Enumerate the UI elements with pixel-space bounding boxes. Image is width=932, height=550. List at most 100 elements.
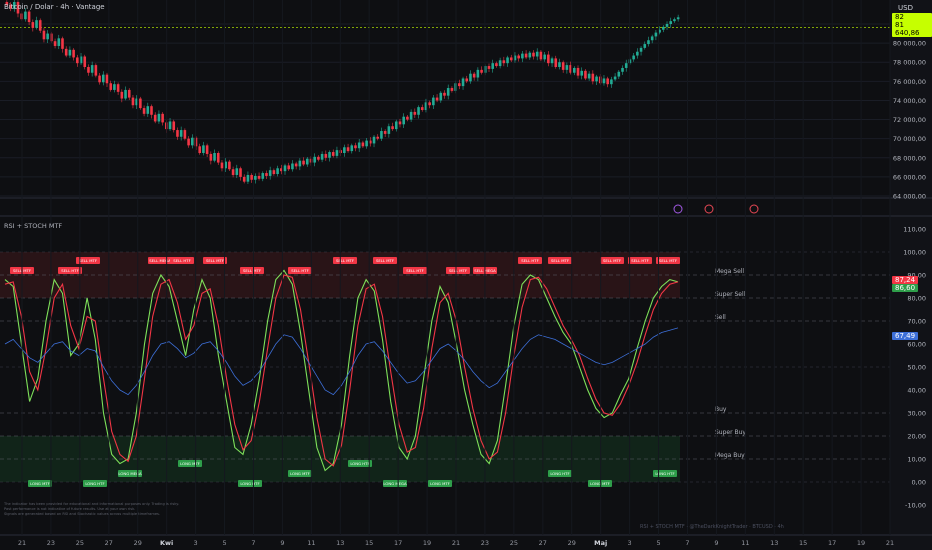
buy-badge-text: LONG HTF bbox=[550, 471, 569, 476]
candle-body bbox=[394, 121, 398, 130]
candle-body bbox=[209, 153, 213, 161]
candle-body bbox=[101, 74, 105, 83]
time-tick-label: 19 bbox=[857, 539, 865, 547]
candle-body bbox=[406, 116, 409, 120]
price-tick-label: 66 000,00 bbox=[893, 173, 926, 181]
currency-label[interactable]: USD bbox=[898, 4, 913, 12]
sell-signal-badge: SELL MTF bbox=[446, 267, 470, 274]
candle-body bbox=[343, 147, 346, 153]
candle-body bbox=[357, 142, 361, 149]
buy-signal-badge: LONG HTF bbox=[238, 480, 262, 487]
candle-body bbox=[372, 136, 376, 144]
sell-signal-badge: SELL MTF bbox=[373, 257, 397, 264]
candle-body bbox=[94, 65, 98, 76]
candle-body bbox=[502, 60, 506, 64]
candle-body bbox=[617, 71, 621, 77]
sell-badge-text: SELL HTF bbox=[406, 268, 424, 273]
candle-body bbox=[168, 121, 172, 130]
candle-body bbox=[420, 107, 424, 110]
symbol-title[interactable]: Bitcoin / Dolar · 4h · Vantage bbox=[4, 3, 105, 11]
candle-body bbox=[72, 49, 75, 58]
osc-tick-label: 100,00 bbox=[903, 249, 926, 257]
candle-body bbox=[610, 79, 613, 85]
candle-body bbox=[402, 116, 405, 125]
candle-body bbox=[157, 113, 161, 122]
candle-body bbox=[669, 21, 673, 24]
candle-body bbox=[176, 130, 179, 137]
time-tick-label: 21 bbox=[452, 539, 460, 547]
time-tick-label: 29 bbox=[568, 539, 576, 547]
candle-body bbox=[142, 108, 146, 114]
candle-body bbox=[535, 51, 539, 57]
buy-signal-badge: LONG HTF bbox=[348, 460, 372, 467]
chart-canvas[interactable]: 82 000,0080 000,0078 000,0076 000,0074 0… bbox=[0, 0, 932, 550]
osc-tick-label: 30,00 bbox=[907, 410, 926, 418]
sell-signal-badge: SELL MTF bbox=[656, 257, 680, 264]
level-label: Mega Buy bbox=[715, 452, 745, 459]
candle-body bbox=[220, 162, 224, 169]
candle-body bbox=[506, 57, 509, 64]
candle-body bbox=[554, 58, 558, 67]
candle-body bbox=[480, 69, 483, 73]
candle-body bbox=[127, 89, 131, 98]
buy-badge-text: LONG HTF bbox=[85, 481, 104, 486]
candle-body bbox=[87, 67, 90, 73]
candle-body bbox=[124, 89, 127, 99]
candle-body bbox=[417, 107, 420, 115]
osc-tick-label: 40,00 bbox=[907, 387, 926, 395]
buy-badge-text: LONG MTF bbox=[430, 481, 450, 486]
buy-badge-text: LONG MTF bbox=[590, 481, 610, 486]
candle-body bbox=[439, 92, 443, 101]
candle-body bbox=[432, 97, 435, 106]
sell-badge-text: SELL MEGA bbox=[149, 258, 171, 263]
osc-tick-label: 80,00 bbox=[907, 295, 926, 303]
candle-body bbox=[139, 98, 142, 109]
candle-body bbox=[120, 91, 124, 99]
candle-body bbox=[228, 161, 231, 170]
candle-body bbox=[183, 130, 187, 139]
time-tick-label: 3 bbox=[194, 539, 198, 547]
candle-body bbox=[354, 145, 357, 149]
sell-badge-text: SELL MTF bbox=[243, 268, 261, 273]
candle-body bbox=[643, 44, 647, 48]
candle-body bbox=[565, 65, 569, 70]
candle-body bbox=[305, 158, 309, 165]
candle-body bbox=[287, 165, 291, 170]
candle-body bbox=[665, 24, 669, 27]
time-tick-label: 9 bbox=[714, 539, 718, 547]
candle-body bbox=[647, 40, 650, 45]
candle-body bbox=[42, 30, 46, 40]
buy-signal-badge: LONG MEGA bbox=[383, 480, 407, 487]
candle-body bbox=[150, 106, 153, 115]
time-tick-label: 17 bbox=[394, 539, 402, 547]
time-tick-label: Maj bbox=[594, 539, 607, 547]
candle-body bbox=[632, 55, 635, 60]
osc-tick-label: 110,00 bbox=[903, 226, 926, 234]
candle-body bbox=[254, 175, 257, 180]
osc-tick-label: 60,00 bbox=[907, 341, 926, 349]
candle-body bbox=[491, 63, 495, 69]
candle-body bbox=[573, 67, 576, 73]
candle-body bbox=[476, 69, 480, 78]
time-tick-label: 13 bbox=[770, 539, 778, 547]
candle-body bbox=[391, 126, 394, 130]
candle-body bbox=[428, 102, 431, 106]
sell-signal-badge: SELL MEGA bbox=[148, 257, 172, 264]
watermark: RSI + STOCH MTF · @TheDarkKnightTrader ·… bbox=[640, 524, 784, 530]
candle-body bbox=[521, 53, 524, 59]
candle-body bbox=[576, 67, 580, 76]
time-tick-label: 5 bbox=[656, 539, 660, 547]
candle-body bbox=[587, 73, 591, 79]
buy-signal-badge: LONG HTF bbox=[653, 470, 677, 477]
sell-signal-badge: SELL MTF bbox=[333, 257, 357, 264]
indicator-title[interactable]: RSI + STOCH MTF bbox=[4, 222, 62, 230]
chart-workspace[interactable]: 82 000,0080 000,0078 000,0076 000,0074 0… bbox=[0, 0, 932, 550]
candle-body bbox=[246, 174, 250, 182]
candle-body bbox=[498, 60, 502, 67]
sell-signal-badge: SELL MTF bbox=[548, 257, 572, 264]
buy-signal-badge: LONG MEGA bbox=[118, 470, 142, 477]
disclaimer-line: The indicator has been provided for educ… bbox=[4, 502, 179, 506]
candle-body bbox=[387, 126, 391, 134]
candle-body bbox=[31, 22, 35, 28]
time-tick-label: 7 bbox=[251, 539, 255, 547]
